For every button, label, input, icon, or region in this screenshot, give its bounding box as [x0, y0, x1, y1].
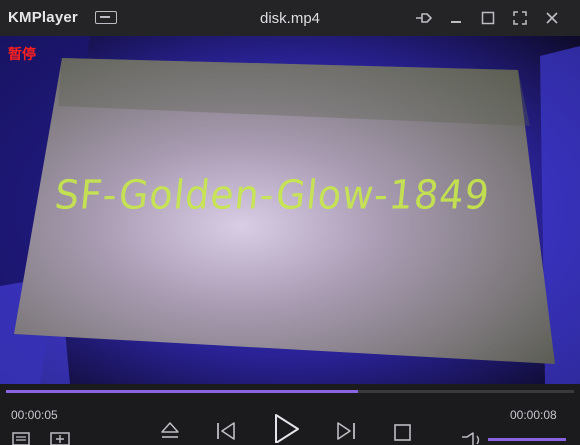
total-time: 00:00:08	[510, 408, 557, 422]
pause-status: 暂停	[8, 46, 36, 62]
minimize-icon[interactable]	[446, 8, 466, 28]
pin-icon[interactable]	[414, 8, 434, 28]
seek-bar[interactable]	[6, 390, 574, 393]
title-bar: KMPlayer disk.mp4	[0, 0, 580, 36]
next-icon[interactable]	[333, 420, 359, 442]
stop-icon[interactable]	[391, 421, 413, 443]
video-frame[interactable]: SF-Golden-Glow-1849	[0, 36, 580, 384]
volume-slider[interactable]	[488, 438, 566, 441]
previous-icon[interactable]	[213, 420, 239, 442]
current-time: 00:00:05	[11, 408, 58, 422]
maximize-icon[interactable]	[478, 8, 498, 28]
play-icon[interactable]	[269, 413, 303, 443]
fullscreen-icon[interactable]	[510, 8, 530, 28]
seek-progress	[6, 390, 359, 393]
close-icon[interactable]	[542, 8, 562, 28]
eject-icon[interactable]	[159, 419, 181, 443]
video-handwriting: SF-Golden-Glow-1849	[52, 171, 493, 219]
